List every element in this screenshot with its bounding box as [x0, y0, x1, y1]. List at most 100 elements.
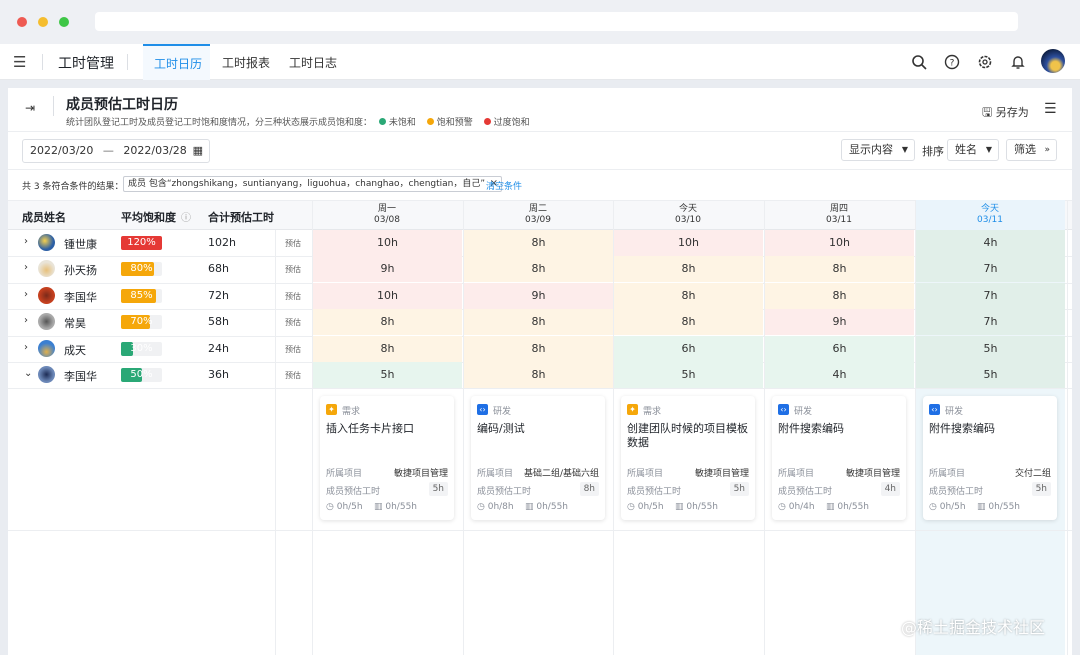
- hours-cell[interactable]: 10h: [313, 282, 462, 309]
- menu-icon[interactable]: ☰: [13, 53, 26, 71]
- hours-cell[interactable]: 10h: [765, 230, 914, 256]
- gear-icon[interactable]: [977, 54, 993, 70]
- divider: [8, 169, 1072, 170]
- hours-cell[interactable]: 8h: [313, 309, 462, 336]
- task-card[interactable]: ✦ 需求 插入任务卡片接口 所属项目 敏捷项目管理 成员预估工时 5h ◷ 0h/5h ▥ 0h…: [320, 396, 454, 521]
- hours-cell[interactable]: 6h: [614, 335, 763, 362]
- hours-cell[interactable]: 6h: [765, 335, 914, 362]
- hours-cell[interactable]: 8h: [614, 282, 763, 309]
- hours-cell[interactable]: 10h: [614, 230, 763, 256]
- hours-cell[interactable]: 8h: [464, 309, 613, 336]
- hours-cell[interactable]: 4h: [916, 230, 1065, 256]
- double-chevron-icon: »: [1044, 145, 1050, 155]
- minimize-window-dot[interactable]: [38, 17, 48, 27]
- address-bar[interactable]: [95, 12, 1018, 31]
- table-row[interactable]: ⌄ 李国华 50% 36h 预估 5h 8h 5h 4h 5h: [8, 362, 1072, 388]
- column-separator: [613, 200, 614, 655]
- maximize-window-dot[interactable]: [59, 17, 69, 27]
- chevron-right-icon[interactable]: ›: [24, 342, 28, 353]
- close-window-dot[interactable]: [17, 17, 27, 27]
- table-row[interactable]: › 成天 30% 24h 预估 8h 8h 6h 6h 5h: [8, 335, 1072, 362]
- table-row[interactable]: › 李国华 85% 72h 预估 10h 9h 8h 8h 7h: [8, 282, 1072, 309]
- hours-cell[interactable]: 7h: [916, 256, 1065, 283]
- column-separator: [764, 200, 765, 655]
- table-row[interactable]: › 孙天扬 80% 68h 预估 9h 8h 8h 8h 7h: [8, 256, 1072, 283]
- hours-cell[interactable]: 9h: [464, 282, 613, 309]
- task-card[interactable]: ‹› 研发 附件搜索编码 所属项目 交付二组 成员预估工时 5h ◷ 0h/5h ▥ 0h/55…: [923, 396, 1057, 521]
- code-icon: ‹›: [778, 404, 789, 416]
- hours-cell[interactable]: 8h: [464, 335, 613, 362]
- help-icon[interactable]: ?: [944, 54, 960, 70]
- actual-hours: ▥ 0h/55h: [826, 502, 869, 512]
- calendar-table: 成员姓名 平均饱和度 ⓘ 合计预估工时 周一 03/08 周二 03/09 今天 03/1…: [8, 200, 1072, 655]
- task-card[interactable]: ✦ 需求 创建团队时候的项目模板数据 所属项目 敏捷项目管理 成员预估工时 5h ◷ 0h/5…: [621, 396, 755, 521]
- chevron-right-icon[interactable]: ›: [24, 236, 28, 247]
- actual-value: 0h/55h: [385, 502, 417, 513]
- column-separator: [312, 200, 313, 655]
- chevron-right-icon[interactable]: ›: [24, 262, 28, 273]
- bell-icon[interactable]: [1010, 54, 1026, 70]
- chevron-down-icon[interactable]: ⌄: [24, 368, 32, 379]
- estimate-label: 成员预估工时: [778, 487, 833, 498]
- help-icon[interactable]: ⓘ: [181, 209, 191, 224]
- date-range-picker[interactable]: 2022/03/20 — 2022/03/28 ▦: [22, 139, 210, 163]
- save-as-button[interactable]: 🖫 另存为: [982, 103, 1029, 124]
- display-content-dropdown[interactable]: 显示内容 ▼: [841, 139, 915, 161]
- logged-value: 0h/5h: [939, 502, 966, 513]
- estimate-label: 预估: [285, 318, 301, 328]
- actual-hours: ▥ 0h/55h: [525, 502, 568, 512]
- task-type: 研发: [493, 407, 512, 418]
- hours-cell[interactable]: 4h: [765, 362, 914, 388]
- task-card[interactable]: ‹› 研发 附件搜索编码 所属项目 敏捷项目管理 成员预估工时 4h ◷ 0h/4h ▥ 0h/…: [772, 396, 906, 521]
- hours-cell[interactable]: 5h: [614, 362, 763, 388]
- hours-cell[interactable]: 7h: [916, 309, 1065, 336]
- chevron-right-icon[interactable]: ›: [24, 289, 28, 300]
- table-row[interactable]: › 常昊 70% 58h 预估 8h 8h 8h 9h 7h: [8, 309, 1072, 336]
- hours-cell[interactable]: 8h: [464, 230, 613, 256]
- project-name: 基础二组/基础六组: [523, 469, 599, 480]
- row-divider: [8, 388, 1072, 390]
- hours-cell[interactable]: 8h: [765, 256, 914, 283]
- list-view-icon[interactable]: ☰: [1044, 101, 1057, 117]
- avatar: [38, 339, 55, 357]
- bar-chart-icon: ▥: [374, 502, 386, 513]
- hours-cell[interactable]: 8h: [614, 256, 763, 283]
- legend-ok: 未饱和: [388, 118, 416, 128]
- tab-report[interactable]: 工时报表: [222, 54, 270, 71]
- hours-cell[interactable]: 10h: [313, 230, 462, 256]
- table-row[interactable]: › 锺世康 120% 102h 预估 10h 8h 10h 10h 4h: [8, 230, 1072, 256]
- member-name: 锺世康: [64, 238, 97, 251]
- saturation-percent: 50%: [130, 369, 153, 380]
- search-icon[interactable]: [911, 54, 927, 70]
- hours-cell[interactable]: 8h: [464, 256, 613, 283]
- hours-cell[interactable]: 8h: [765, 282, 914, 309]
- logged-value: 0h/4h: [788, 502, 815, 513]
- hours-cell[interactable]: 5h: [313, 362, 462, 388]
- avatar[interactable]: [1041, 49, 1065, 73]
- hours-cell[interactable]: 9h: [765, 309, 914, 336]
- project-label: 所属项目: [929, 469, 966, 480]
- estimate-value: 5h: [1031, 482, 1051, 497]
- hours-cell[interactable]: 5h: [916, 335, 1065, 362]
- project-name: 敏捷项目管理: [845, 469, 900, 480]
- hours-cell[interactable]: 7h: [916, 282, 1065, 309]
- logged-hours: ◷ 0h/5h: [627, 502, 664, 512]
- hours-cell[interactable]: 8h: [614, 309, 763, 336]
- chevron-right-icon[interactable]: ›: [24, 315, 28, 326]
- hours-cell[interactable]: 8h: [313, 335, 462, 362]
- collapse-sidebar-icon[interactable]: ⇥: [25, 101, 35, 115]
- hours-cell[interactable]: 8h: [464, 362, 613, 388]
- clear-filter-link[interactable]: 清空条件: [486, 179, 522, 192]
- task-card[interactable]: ‹› 研发 编码/测试 所属项目 基础二组/基础六组 成员预估工时 8h ◷ 0h/8h ▥ 0…: [471, 396, 605, 521]
- filter-tag[interactable]: 成员 包含“zhongshikang，suntianyang，liguohua，…: [123, 176, 503, 192]
- hours-cell[interactable]: 9h: [313, 256, 462, 283]
- filter-button[interactable]: 筛选 »: [1006, 139, 1057, 161]
- tab-calendar[interactable]: 工时日历: [143, 44, 210, 80]
- task-type: 需求: [342, 407, 361, 418]
- sort-dropdown[interactable]: 姓名 ▼: [947, 139, 999, 161]
- hours-cell[interactable]: 5h: [916, 362, 1065, 388]
- tab-log[interactable]: 工时日志: [289, 54, 337, 71]
- saturation-percent: 30%: [130, 342, 153, 354]
- saturation-percent: 85%: [130, 289, 153, 301]
- actual-value: 0h/55h: [837, 502, 869, 513]
